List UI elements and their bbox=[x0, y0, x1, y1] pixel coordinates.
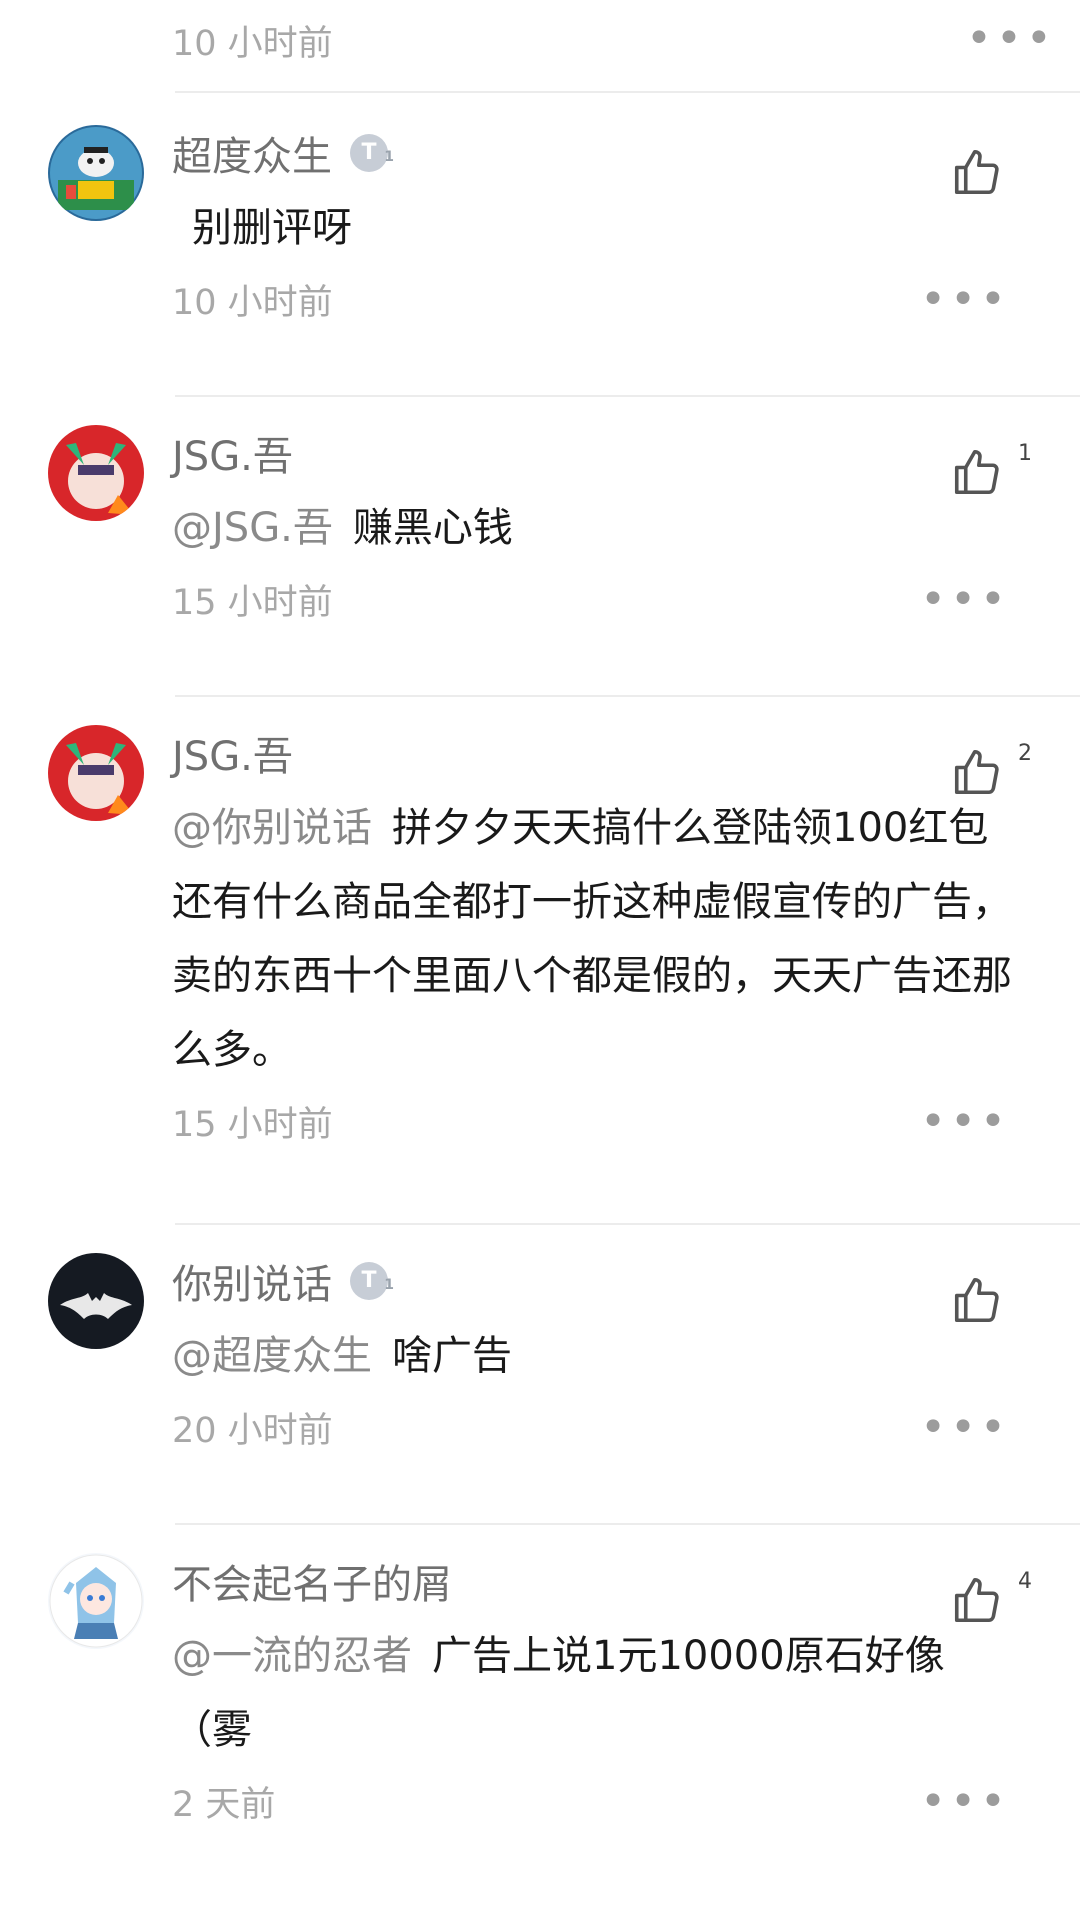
comment-item: 你别说话 T1 @超度众生 啥广告 20 小时前 ••• bbox=[0, 1223, 1080, 1525]
level-badge-icon: T1 bbox=[350, 1262, 394, 1300]
comment-time: 15 小时前 bbox=[172, 583, 333, 623]
more-dots-icon[interactable]: ••• bbox=[920, 571, 1010, 629]
more-dots-icon[interactable]: ••• bbox=[920, 1093, 1010, 1151]
more-dots-icon[interactable]: ••• bbox=[920, 271, 1010, 329]
username[interactable]: 你别说话 bbox=[172, 1252, 332, 1310]
username[interactable]: JSG.吾 bbox=[172, 724, 293, 782]
username[interactable]: 超度众生 bbox=[172, 124, 332, 182]
mention-link[interactable]: @一流的忍者 bbox=[172, 1633, 412, 1679]
comment-text: @一流的忍者 广告上说1元10000原石好像（雾 bbox=[172, 1633, 945, 1753]
comment-time: 20 小时前 bbox=[172, 1411, 333, 1451]
comment-item: 超度众生 T1 别删评呀 10 小时前 ••• bbox=[0, 95, 1080, 397]
comment-time: 15 小时前 bbox=[172, 1105, 333, 1145]
comment-time: 10 小时前 bbox=[172, 24, 333, 64]
more-dots-icon[interactable]: ••• bbox=[920, 1773, 1010, 1831]
comment-item: JSG.吾 1 @JSG.吾 赚黑心钱 15 小时前 ••• bbox=[0, 395, 1080, 697]
username[interactable]: 不会起名子的屑 bbox=[172, 1552, 452, 1610]
comment-item: 不会起名子的屑 4 @一流的忍者 广告上说1元10000原石好像（雾 2 天前 •… bbox=[0, 1523, 1080, 1893]
mention-link[interactable]: @JSG.吾 bbox=[172, 505, 333, 551]
like-button[interactable]: 2 bbox=[950, 741, 1032, 805]
thumbs-up-icon bbox=[954, 449, 999, 495]
more-dots-icon[interactable]: ••• bbox=[920, 1399, 1010, 1457]
comment-item: JSG.吾 2 @你别说话 拼夕夕天天搞什么登陆领100红包还有什么商品全都打一折… bbox=[0, 695, 1080, 1225]
comment-list: 超度众生 T1 别删评呀 10 小时前 ••• JSG.吾 1 @JSG.吾 赚… bbox=[0, 95, 1080, 1893]
thumbs-up-icon bbox=[954, 149, 999, 195]
comment-time: 2 天前 bbox=[172, 1785, 276, 1825]
more-dots-icon[interactable]: ••• bbox=[966, 10, 1070, 68]
mention-link[interactable]: @超度众生 bbox=[172, 1333, 372, 1379]
comment-time: 10 小时前 bbox=[172, 283, 333, 323]
username[interactable]: JSG.吾 bbox=[172, 424, 293, 482]
level-badge-icon: T1 bbox=[350, 134, 394, 172]
comment-text: @超度众生 啥广告 bbox=[172, 1333, 512, 1379]
previous-comment-meta: 10 小时前 ••• bbox=[0, 0, 1080, 95]
thumbs-up-icon bbox=[954, 1577, 999, 1623]
like-count: 4 bbox=[1018, 1569, 1032, 1594]
comment-text: @JSG.吾 赚黑心钱 bbox=[172, 505, 513, 551]
mention-link[interactable]: @你别说话 bbox=[172, 805, 372, 851]
divider bbox=[175, 91, 1080, 93]
thumbs-up-icon bbox=[954, 1277, 999, 1323]
like-count: 2 bbox=[1018, 741, 1032, 766]
comment-text: 别删评呀 bbox=[192, 205, 352, 251]
thumbs-up-icon bbox=[954, 749, 999, 795]
like-count: 1 bbox=[1018, 441, 1032, 466]
like-button[interactable]: 1 bbox=[950, 441, 1032, 505]
like-button[interactable] bbox=[950, 145, 1010, 205]
like-button[interactable]: 4 bbox=[950, 1569, 1032, 1633]
comment-text: @你别说话 拼夕夕天天搞什么登陆领100红包还有什么商品全都打一折这种虚假宣传的广… bbox=[172, 805, 1012, 1073]
like-button[interactable] bbox=[950, 1273, 1010, 1333]
